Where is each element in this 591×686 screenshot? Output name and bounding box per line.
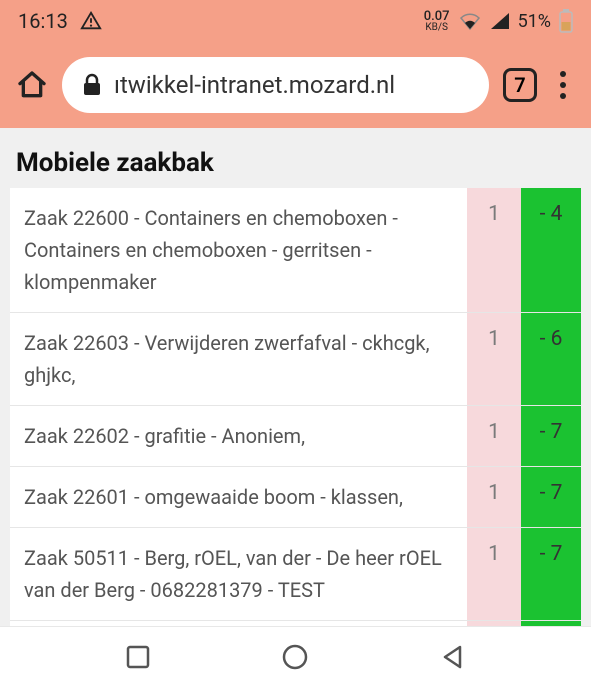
system-nav-bar	[0, 626, 591, 686]
case-days: - 7	[521, 528, 581, 620]
home-icon[interactable]	[16, 69, 48, 101]
network-speed: 0.07 KB/S	[424, 10, 450, 33]
case-priority: 1	[467, 313, 521, 405]
page-content: Mobiele zaakbak Zaak 22600 - Containers …	[0, 128, 591, 686]
case-days: - 7	[521, 467, 581, 527]
back-button[interactable]	[440, 644, 466, 670]
page-title: Mobiele zaakbak	[16, 148, 581, 178]
kbs-label: KB/S	[424, 23, 450, 33]
battery-icon	[559, 9, 573, 33]
case-row[interactable]: Zaak 22603 - Verwijderen zwerfafval - ck…	[10, 313, 581, 406]
case-priority: 1	[467, 467, 521, 527]
url-bar[interactable]: ıtwikkel-intranet.mozard.nl	[62, 57, 489, 113]
case-description: Zaak 50511 - Berg, rOEL, van der - De he…	[10, 528, 467, 620]
tabs-button[interactable]: 7	[503, 68, 537, 102]
battery-percent: 51%	[518, 11, 551, 32]
case-row[interactable]: Zaak 50511 - Berg, rOEL, van der - De he…	[10, 528, 581, 621]
status-left: 16:13	[18, 9, 102, 33]
case-list: Zaak 22600 - Containers en chemoboxen - …	[10, 188, 581, 686]
signal-icon	[490, 12, 510, 30]
recent-apps-button[interactable]	[125, 644, 151, 670]
home-button[interactable]	[281, 643, 309, 671]
case-days: - 4	[521, 188, 581, 312]
status-right: 0.07 KB/S 51%	[424, 9, 573, 33]
case-priority: 1	[467, 406, 521, 466]
case-days: - 6	[521, 313, 581, 405]
overflow-menu-button[interactable]	[551, 71, 575, 99]
warning-icon	[80, 10, 102, 32]
case-row[interactable]: Zaak 22600 - Containers en chemoboxen - …	[10, 188, 581, 313]
case-priority: 1	[467, 188, 521, 312]
status-bar: 16:13 0.07 KB/S 51%	[0, 0, 591, 42]
status-time: 16:13	[18, 9, 68, 33]
case-row[interactable]: Zaak 22601 - omgewaaide boom - klassen,1…	[10, 467, 581, 528]
case-row[interactable]: Zaak 22602 - grafitie - Anoniem,1- 7	[10, 406, 581, 467]
case-description: Zaak 22602 - grafitie - Anoniem,	[10, 406, 467, 466]
browser-toolbar: ıtwikkel-intranet.mozard.nl 7	[0, 42, 591, 128]
case-description: Zaak 22600 - Containers en chemoboxen - …	[10, 188, 467, 312]
case-description: Zaak 22603 - Verwijderen zwerfafval - ck…	[10, 313, 467, 405]
case-description: Zaak 22601 - omgewaaide boom - klassen,	[10, 467, 467, 527]
lock-icon	[82, 73, 102, 97]
kbs-value: 0.07	[424, 10, 450, 23]
tabs-count: 7	[514, 73, 525, 97]
case-days: - 7	[521, 406, 581, 466]
case-priority: 1	[467, 528, 521, 620]
wifi-icon	[458, 12, 482, 30]
url-text: ıtwikkel-intranet.mozard.nl	[114, 71, 395, 99]
